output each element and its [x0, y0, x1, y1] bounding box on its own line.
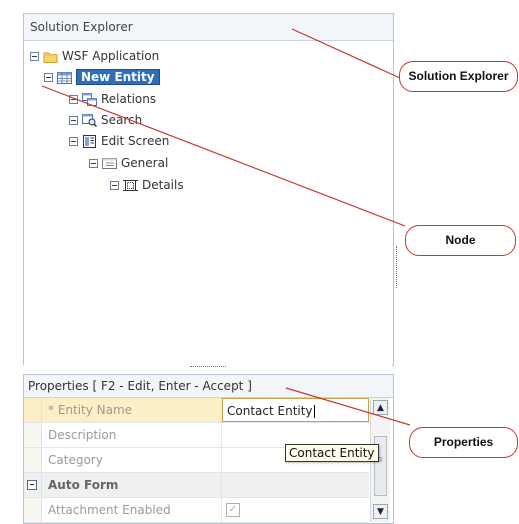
callout-properties: Properties — [409, 427, 518, 458]
callout-solution-explorer: Solution Explorer — [399, 61, 518, 92]
properties-pointer-line — [285, 387, 411, 426]
callout-node: Node — [405, 225, 516, 256]
node-pointer-line — [41, 85, 406, 227]
solution-explorer-pointer-line — [291, 28, 401, 79]
